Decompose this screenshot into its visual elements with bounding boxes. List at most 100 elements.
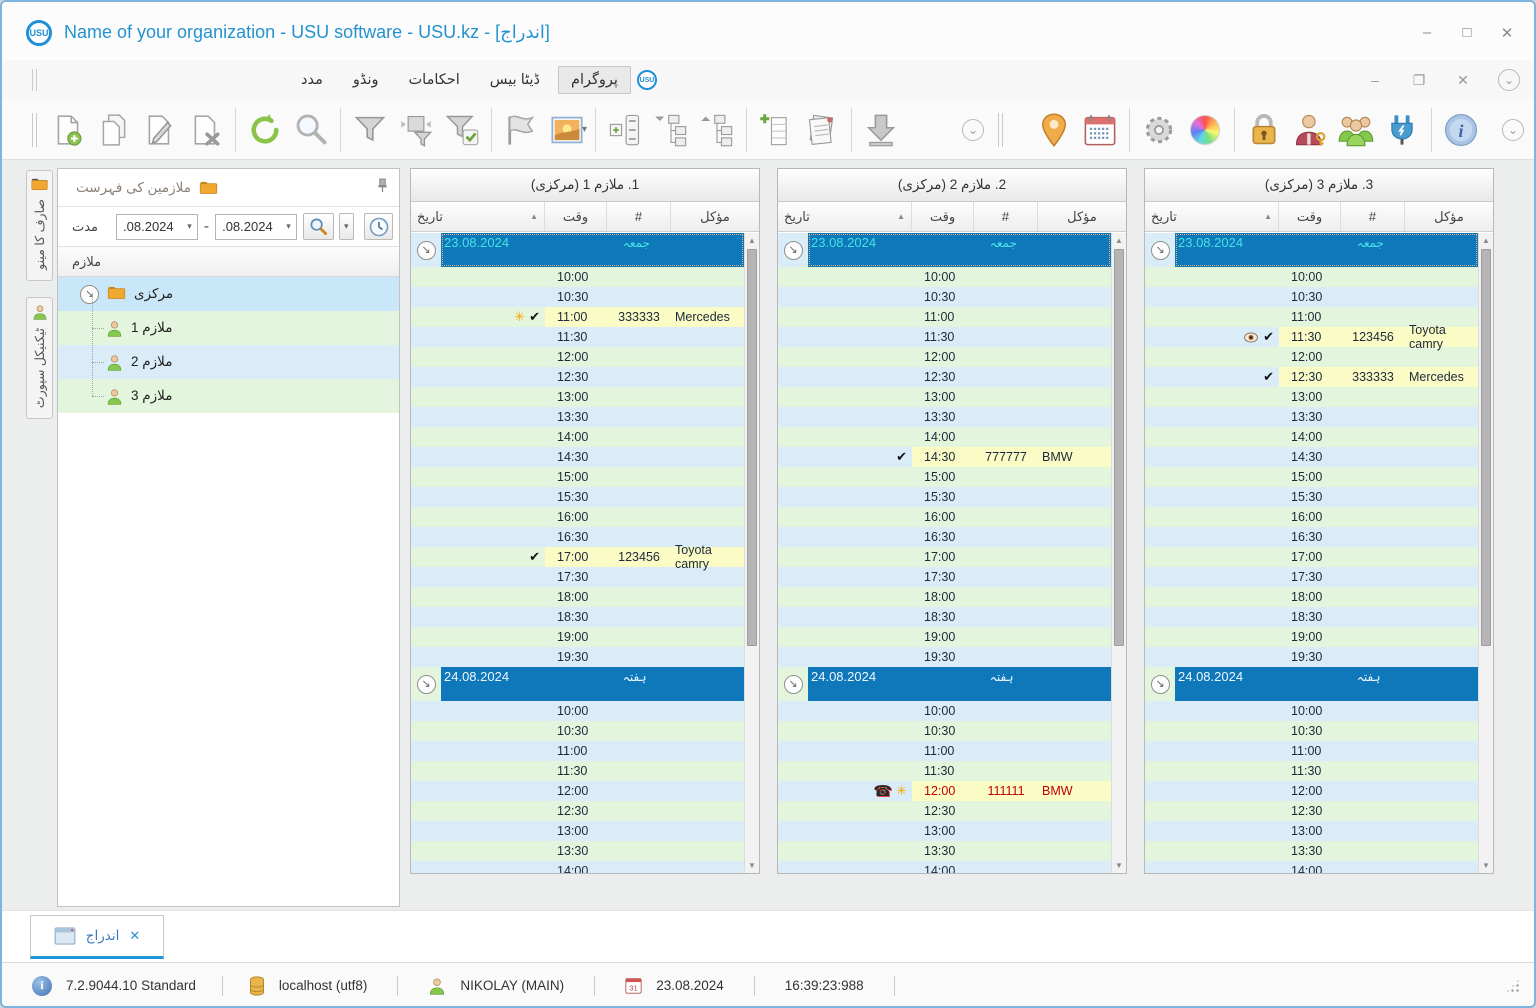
time-slot-row[interactable]: 13:00 [778,387,1111,407]
time-slot-row[interactable]: 13:00 [411,821,744,841]
menu-grip[interactable] [32,69,37,91]
time-slot-row[interactable]: 10:00 [411,267,744,287]
export-icon[interactable] [858,108,904,152]
time-slot-row[interactable]: 10:00 [778,267,1111,287]
time-slot-row[interactable]: 11:30 [411,761,744,781]
search-button[interactable] [302,213,334,240]
tree-node-employee[interactable]: ملازم 1 [58,294,399,345]
minimize-icon[interactable]: – [1418,24,1436,42]
collapse-tree-icon[interactable] [648,108,694,152]
time-slot-row[interactable]: 17:00 [778,547,1111,567]
time-slot-row[interactable]: 10:30 [411,287,744,307]
search-icon[interactable] [288,108,334,152]
time-slot-row[interactable]: 13:30 [778,841,1111,861]
time-slot-row[interactable]: 15:00 [1145,467,1478,487]
delete-record-icon[interactable] [183,108,229,152]
time-slot-row[interactable]: 11:00 [778,307,1111,327]
vertical-scrollbar[interactable]: ▲ ▼ [1111,233,1126,873]
date-band[interactable]: ↘ 24.08.2024 ہفتہ [778,667,1111,701]
time-slot-row[interactable]: 12:00 [778,347,1111,367]
time-slot-row[interactable]: 18:30 [778,607,1111,627]
toolbar-grip[interactable] [32,112,37,147]
chevron-down-icon[interactable]: ▾ [182,221,197,232]
time-slot-row[interactable]: 17:30 [1145,567,1478,587]
employees-column-header[interactable]: ملازم [58,247,399,277]
clock-button[interactable] [364,213,394,240]
time-slot-row[interactable]: 14:00 [1145,427,1478,447]
time-slot-row[interactable]: 10:00 [1145,701,1478,721]
collapse-day-icon[interactable]: ↘ [1150,674,1170,694]
time-slot-row[interactable]: 13:00 [411,387,744,407]
time-slot-row[interactable]: 12:30 [778,801,1111,821]
resize-grip[interactable] [1506,978,1520,993]
side-tab-tech-support[interactable]: ٹیکنیکل سپورٹ [26,296,53,419]
settings-gear-icon[interactable] [1136,108,1182,152]
time-slot-row[interactable]: 10:30 [411,721,744,741]
time-slot-row[interactable]: ✔ 12:30 333333 Mercedes [1145,367,1478,387]
pin-icon[interactable] [376,178,389,198]
time-slot-row[interactable]: 12:30 [1145,801,1478,821]
user-groups-icon[interactable] [1333,108,1379,152]
time-slot-row[interactable]: 19:30 [778,647,1111,667]
time-slot-row[interactable]: 16:00 [411,507,744,527]
time-slot-row[interactable]: 18:00 [411,587,744,607]
side-tab-user-menu[interactable]: صارف کا مینو [26,170,53,281]
vertical-scrollbar[interactable]: ▲ ▼ [744,233,759,873]
column-header-client[interactable]: مؤکل [1038,202,1126,231]
collapse-day-icon[interactable]: ↘ [416,240,436,260]
time-slot-row[interactable]: 12:00 [1145,347,1478,367]
user-permissions-icon[interactable] [1287,108,1333,152]
scroll-jump-icon[interactable]: ⌄ [962,118,985,141]
menu-overflow-icon[interactable]: ⌄ [1498,69,1520,91]
column-header-client[interactable]: مؤکل [1405,202,1493,231]
time-slot-row[interactable]: 14:30 [411,447,744,467]
time-slot-row[interactable]: ✔ 11:30 123456 Toyota camry [1145,323,1478,351]
add-column-icon[interactable] [753,108,799,152]
info-icon[interactable]: i [1438,108,1484,152]
column-header-date[interactable]: تاریخ ▲ [411,202,545,231]
time-slot-row[interactable]: 14:00 [411,861,744,873]
time-slot-row[interactable]: ✔ 14:30 777777 BMW [778,447,1111,467]
time-slot-row[interactable]: 13:30 [411,407,744,427]
time-slot-row[interactable]: 16:00 [1145,507,1478,527]
time-slot-row[interactable]: 12:30 [778,367,1111,387]
time-slot-row[interactable]: 11:30 [411,327,744,347]
menu-item[interactable]: پروگرام [557,66,631,94]
time-slot-row[interactable]: 14:00 [411,427,744,447]
time-slot-row[interactable]: 12:00 [411,347,744,367]
column-header-time[interactable]: وقت [1279,202,1341,231]
time-slot-row[interactable]: 13:00 [1145,821,1478,841]
time-slot-row[interactable]: 12:30 [411,801,744,821]
maximize-icon[interactable]: □ [1458,24,1476,42]
mdi-close-icon[interactable]: ✕ [1454,72,1472,89]
time-slot-row[interactable]: 14:00 [1145,861,1478,873]
date-band[interactable]: ↘ 23.08.2024 جمعہ [1145,233,1478,267]
time-slot-row[interactable]: 10:00 [411,701,744,721]
time-slot-row[interactable]: 12:00 [1145,781,1478,801]
time-slot-row[interactable]: 16:00 [778,507,1111,527]
time-slot-row[interactable]: 15:30 [778,487,1111,507]
menu-item[interactable]: ونڈو [341,67,391,93]
time-slot-row[interactable]: 19:00 [778,627,1111,647]
date-band[interactable]: ↘ 24.08.2024 ہفتہ [411,667,744,701]
map-pin-icon[interactable] [1031,108,1077,152]
refresh-icon[interactable] [242,108,288,152]
date-from-combo[interactable]: .08.2024 ▾ [116,213,198,240]
chevron-down-icon[interactable]: ▾ [281,221,296,232]
tree-node-employee[interactable]: ملازم 2 [58,328,399,379]
time-slot-row[interactable]: 18:30 [411,607,744,627]
mdi-restore-icon[interactable]: ❐ [1410,72,1428,89]
filter-check-icon[interactable] [439,108,485,152]
column-header-date[interactable]: تاریخ ▲ [778,202,912,231]
time-slot-row[interactable]: 10:30 [1145,287,1478,307]
time-slot-row[interactable]: 11:00 [411,741,744,761]
time-slot-row[interactable]: 13:30 [1145,407,1478,427]
expand-tree-icon[interactable] [694,108,740,152]
toolbar-grip-2[interactable] [998,112,1004,147]
time-slot-row[interactable]: 16:30 [778,527,1111,547]
time-slot-row[interactable]: 19:00 [411,627,744,647]
filter-icon[interactable] [347,108,393,152]
tree-node-root[interactable]: ↘ مرکزی [58,277,399,311]
collapse-node-icon[interactable]: ↘ [80,284,99,304]
collapse-day-icon[interactable]: ↘ [783,240,803,260]
